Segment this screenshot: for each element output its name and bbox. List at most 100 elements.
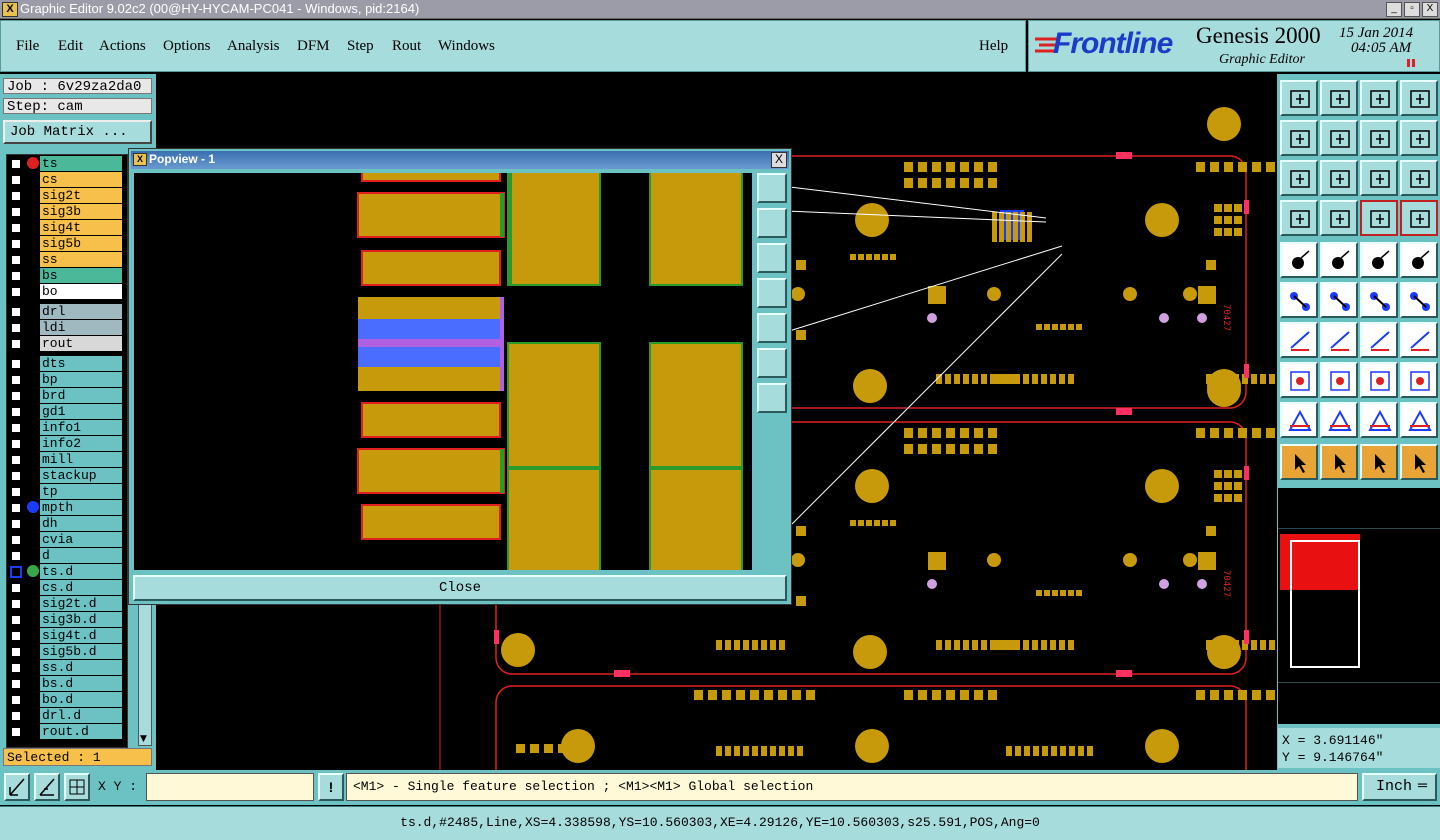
layer-row-ts[interactable]: ts [8, 156, 124, 171]
line-button[interactable] [1360, 282, 1398, 318]
layer-checkbox[interactable] [10, 694, 22, 706]
layer-checkbox[interactable] [10, 550, 22, 562]
menu-step[interactable]: Step [347, 38, 374, 55]
menu-dfm[interactable]: DFM [297, 38, 330, 55]
layer-checkbox[interactable] [10, 270, 22, 282]
layer-row-sig3b-d[interactable]: sig3b.d [8, 612, 124, 627]
layer-row-rout-d[interactable]: rout.d [8, 724, 124, 739]
layer-checkbox[interactable] [10, 646, 22, 658]
point-button[interactable] [1400, 282, 1438, 318]
layer-checkbox[interactable] [10, 306, 22, 318]
zoom-center-button[interactable] [757, 383, 787, 413]
pan-left-button[interactable] [757, 278, 787, 308]
zoom-fit-button[interactable] [1280, 160, 1318, 196]
menu-analysis[interactable]: Analysis [227, 38, 280, 55]
layer-row-tp[interactable]: tp [8, 484, 124, 499]
layer-row-info2[interactable]: info2 [8, 436, 124, 451]
layer-checkbox[interactable] [10, 662, 22, 674]
select-orange-button[interactable] [1360, 444, 1398, 480]
shapes-button[interactable] [1400, 362, 1438, 398]
layer-row-sig4t[interactable]: sig4t [8, 220, 124, 235]
snap-mode-button[interactable] [4, 773, 30, 801]
scroll-down-icon[interactable]: ▼ [140, 734, 147, 744]
measure-mode-button[interactable] [34, 773, 60, 801]
layer-checkbox[interactable] [10, 338, 22, 350]
layer-checkbox[interactable] [10, 406, 22, 418]
triangle-button[interactable] [1280, 402, 1318, 438]
layer-checkbox[interactable] [10, 206, 22, 218]
menu-edit[interactable]: Edit [58, 38, 83, 55]
layer-checkbox[interactable] [10, 422, 22, 434]
path-button[interactable] [1320, 402, 1358, 438]
measure-button[interactable] [1360, 242, 1398, 278]
layer-checkbox[interactable] [10, 190, 22, 202]
layer-checkbox[interactable] [10, 238, 22, 250]
slash-button[interactable] [1320, 322, 1358, 358]
layer-row-cs[interactable]: cs [8, 172, 124, 187]
layer-row-drl-d[interactable]: drl.d [8, 708, 124, 723]
layer-row-stackup[interactable]: stackup [8, 468, 124, 483]
units-selector[interactable]: Inch ═ [1362, 773, 1437, 801]
feature-button[interactable] [1280, 362, 1318, 398]
layer-checkbox[interactable] [10, 286, 22, 298]
layer-row-sig5b-d[interactable]: sig5b.d [8, 644, 124, 659]
layer-checkbox[interactable] [10, 566, 22, 578]
layer-row-sig3b[interactable]: sig3b [8, 204, 124, 219]
layer-row-mpth[interactable]: mpth [8, 500, 124, 515]
minimize-button[interactable]: _ [1386, 2, 1402, 17]
grid-button[interactable] [1320, 200, 1358, 236]
angle-button[interactable] [1280, 322, 1318, 358]
cut-button[interactable] [1320, 362, 1358, 398]
grid-mode-button[interactable] [64, 773, 90, 801]
pan-up-button[interactable] [757, 208, 787, 238]
pan-right-button[interactable] [757, 313, 787, 343]
help-button[interactable] [1400, 160, 1438, 196]
layer-row-ts-d[interactable]: ts.d [8, 564, 124, 579]
layer-checkbox[interactable] [10, 438, 22, 450]
layer-row-bo[interactable]: bo [8, 284, 124, 299]
edit-up-button[interactable] [1280, 80, 1318, 116]
layer-checkbox[interactable] [10, 614, 22, 626]
layer-row-sig5b[interactable]: sig5b [8, 236, 124, 251]
menu-file[interactable]: File [16, 38, 39, 55]
layer-checkbox[interactable] [10, 534, 22, 546]
zoom-center-button[interactable] [1320, 160, 1358, 196]
fit-button[interactable] [1360, 120, 1398, 156]
layer-checkbox[interactable] [10, 158, 22, 170]
save-button[interactable] [1320, 80, 1358, 116]
menu-windows[interactable]: Windows [438, 38, 495, 55]
popview-close-x[interactable]: X [771, 152, 787, 168]
layer-row-dts[interactable]: dts [8, 356, 124, 371]
pan-right-button[interactable] [1320, 120, 1358, 156]
layer-row-mill[interactable]: mill [8, 452, 124, 467]
delete-button[interactable] [1320, 282, 1358, 318]
circle-button[interactable] [1400, 242, 1438, 278]
menu-rout[interactable]: Rout [392, 38, 421, 55]
layer-checkbox[interactable] [10, 518, 22, 530]
layer-checkbox[interactable] [10, 390, 22, 402]
menu-options[interactable]: Options [163, 38, 211, 55]
maximize-button[interactable]: ▫ [1404, 2, 1420, 17]
window-button[interactable] [1400, 80, 1438, 116]
layer-row-d[interactable]: d [8, 548, 124, 563]
layer-checkbox[interactable] [10, 630, 22, 642]
warning-button[interactable]: ! [318, 773, 344, 801]
ratio-button[interactable] [1360, 160, 1398, 196]
menu-actions[interactable]: Actions [99, 38, 146, 55]
home-button[interactable] [1360, 80, 1398, 116]
connect-button[interactable] [1280, 282, 1318, 318]
layers-alt-button[interactable] [1400, 200, 1438, 236]
layer-checkbox[interactable] [10, 358, 22, 370]
snap-button[interactable] [1400, 120, 1438, 156]
layer-row-info1[interactable]: info1 [8, 420, 124, 435]
layer-checkbox[interactable] [10, 222, 22, 234]
layer-row-sig2t-d[interactable]: sig2t.d [8, 596, 124, 611]
arch-button[interactable] [1360, 402, 1398, 438]
tools-button[interactable] [1280, 200, 1318, 236]
layer-row-cs-d[interactable]: cs.d [8, 580, 124, 595]
select-box-button[interactable] [1320, 444, 1358, 480]
layer-row-dh[interactable]: dh [8, 516, 124, 531]
add-pad-button[interactable] [1280, 242, 1318, 278]
layer-checkbox[interactable] [10, 726, 22, 738]
move-button[interactable] [1320, 242, 1358, 278]
